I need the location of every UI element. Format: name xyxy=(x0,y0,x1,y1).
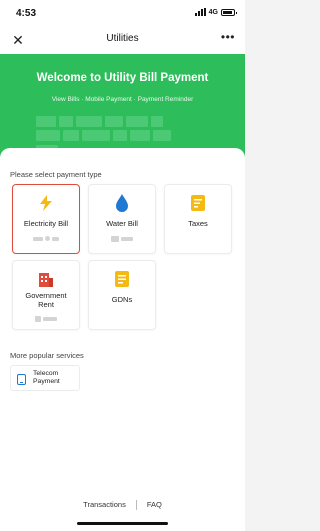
footer-divider xyxy=(135,500,137,510)
phone-icon xyxy=(17,374,26,385)
faq-link[interactable]: FAQ xyxy=(147,500,162,510)
payment-type-label: Government Rent xyxy=(25,291,67,309)
more-icon[interactable]: ••• xyxy=(221,30,235,44)
hero-subtitle: View Bills · Mobile Payment · Payment Re… xyxy=(51,96,194,103)
tax-document-icon xyxy=(191,195,205,211)
battery-icon xyxy=(221,8,237,16)
popular-service-label: Telecom Payment xyxy=(33,370,60,385)
government-rent-card[interactable]: Government Rent xyxy=(12,260,80,330)
popular-services-label: More popular services xyxy=(10,351,84,360)
telecom-payment-button[interactable]: Telecom Payment xyxy=(10,365,80,391)
network-label: 4G xyxy=(208,8,218,16)
payment-type-label: Water Bill xyxy=(106,219,138,228)
gdns-card[interactable]: GDNs xyxy=(88,260,156,330)
signal-icon xyxy=(194,8,206,16)
page-title: Utilities xyxy=(106,33,139,44)
receipt-icon xyxy=(115,271,129,287)
building-icon xyxy=(39,273,53,287)
footer-links: Transactions FAQ xyxy=(0,500,245,510)
hero-title: Welcome to Utility Bill Payment xyxy=(36,72,209,84)
payment-type-label: Please select payment type xyxy=(10,170,102,179)
status-time: 4:53 xyxy=(16,8,37,19)
nav-bar: ✕ Utilities ••• xyxy=(0,26,245,54)
transactions-link[interactable]: Transactions xyxy=(83,500,126,510)
home-indicator xyxy=(77,522,168,525)
water-drop-icon xyxy=(116,194,128,212)
status-bar: 4:53 4G xyxy=(0,0,245,26)
water-bill-card[interactable]: Water Bill xyxy=(88,184,156,254)
provider-logo xyxy=(35,316,57,322)
electricity-bill-card[interactable]: Electricity Bill xyxy=(12,184,80,254)
payment-type-label: GDNs xyxy=(111,295,133,304)
lightning-icon xyxy=(40,195,52,211)
payment-type-label: Electricity Bill xyxy=(23,219,69,228)
taxes-card[interactable]: Taxes xyxy=(164,184,232,254)
status-icons: 4G xyxy=(194,8,237,16)
provider-logo xyxy=(111,236,133,242)
payment-type-label: Taxes xyxy=(188,219,208,228)
provider-logo xyxy=(33,236,59,241)
